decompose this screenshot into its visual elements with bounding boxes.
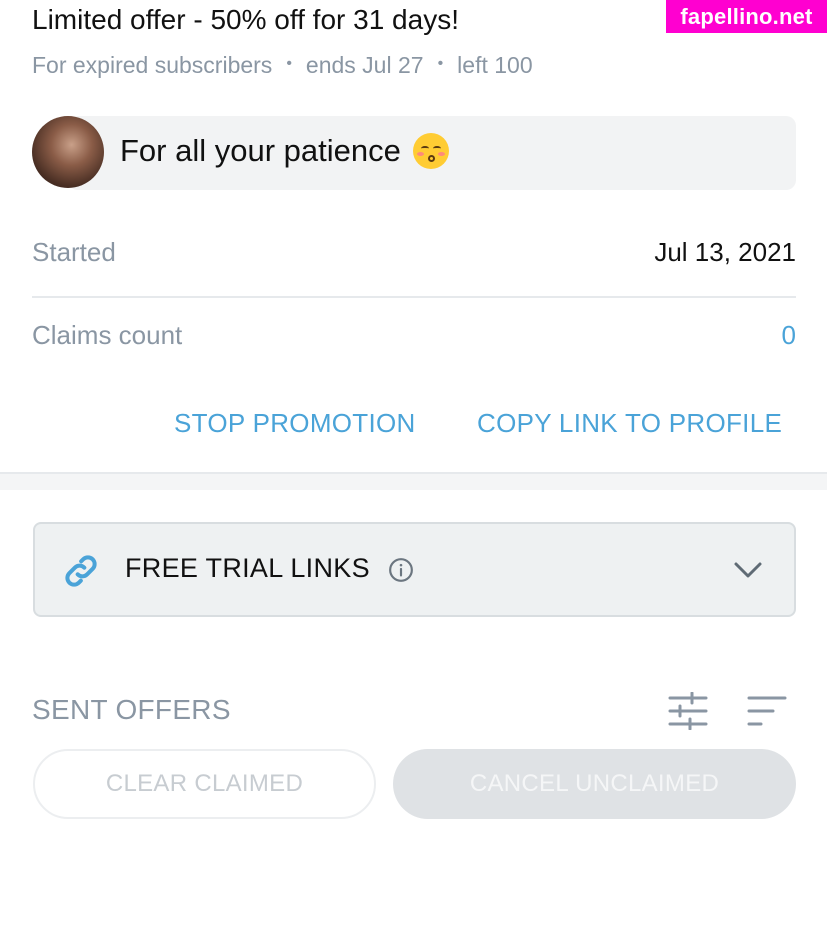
link-icon [65, 555, 97, 587]
sort-icon[interactable] [747, 694, 787, 728]
divider [32, 296, 796, 298]
offer-audience: For expired subscribers [32, 52, 273, 78]
message-text: For all your patience [120, 133, 401, 168]
cancel-unclaimed-button[interactable]: CANCEL UNCLAIMED [393, 749, 796, 819]
started-row: Started Jul 13, 2021 [32, 237, 796, 268]
meta-separator: • [437, 54, 444, 72]
sent-offers-heading: SENT OFFERS [32, 694, 231, 725]
info-icon[interactable] [388, 557, 414, 583]
claims-label: Claims count [32, 320, 183, 350]
offer-left: left 100 [457, 52, 533, 78]
section-divider [0, 472, 827, 490]
claims-row: Claims count 0 [32, 320, 796, 351]
offer-meta: For expired subscribers • ends Jul 27 • … [32, 52, 533, 79]
claims-value[interactable]: 0 [782, 320, 796, 351]
started-label: Started [32, 237, 116, 267]
offer-ends: ends Jul 27 [305, 52, 424, 78]
free-trial-links-panel[interactable]: FREE TRIAL LINKS [33, 522, 796, 617]
clear-claimed-button[interactable]: CLEAR CLAIMED [33, 749, 376, 819]
watermark-badge: fapellino.net [666, 0, 827, 33]
avatar[interactable] [32, 116, 104, 188]
offer-message: For all your patience [32, 116, 796, 190]
free-trial-links-title: FREE TRIAL LINKS [125, 553, 370, 583]
meta-separator: • [286, 54, 292, 72]
kissing-face-emoji-icon [412, 133, 449, 169]
started-value: Jul 13, 2021 [654, 237, 796, 267]
offer-title: Limited offer - 50% off for 31 days! [32, 4, 459, 35]
stop-promotion-button[interactable]: STOP PROMOTION [174, 408, 416, 439]
chevron-down-icon[interactable] [732, 558, 764, 582]
message-text-wrap: For all your patience [120, 133, 449, 169]
copy-link-to-profile-button[interactable]: COPY LINK TO PROFILE [477, 408, 782, 439]
filter-sliders-icon[interactable] [668, 692, 708, 730]
